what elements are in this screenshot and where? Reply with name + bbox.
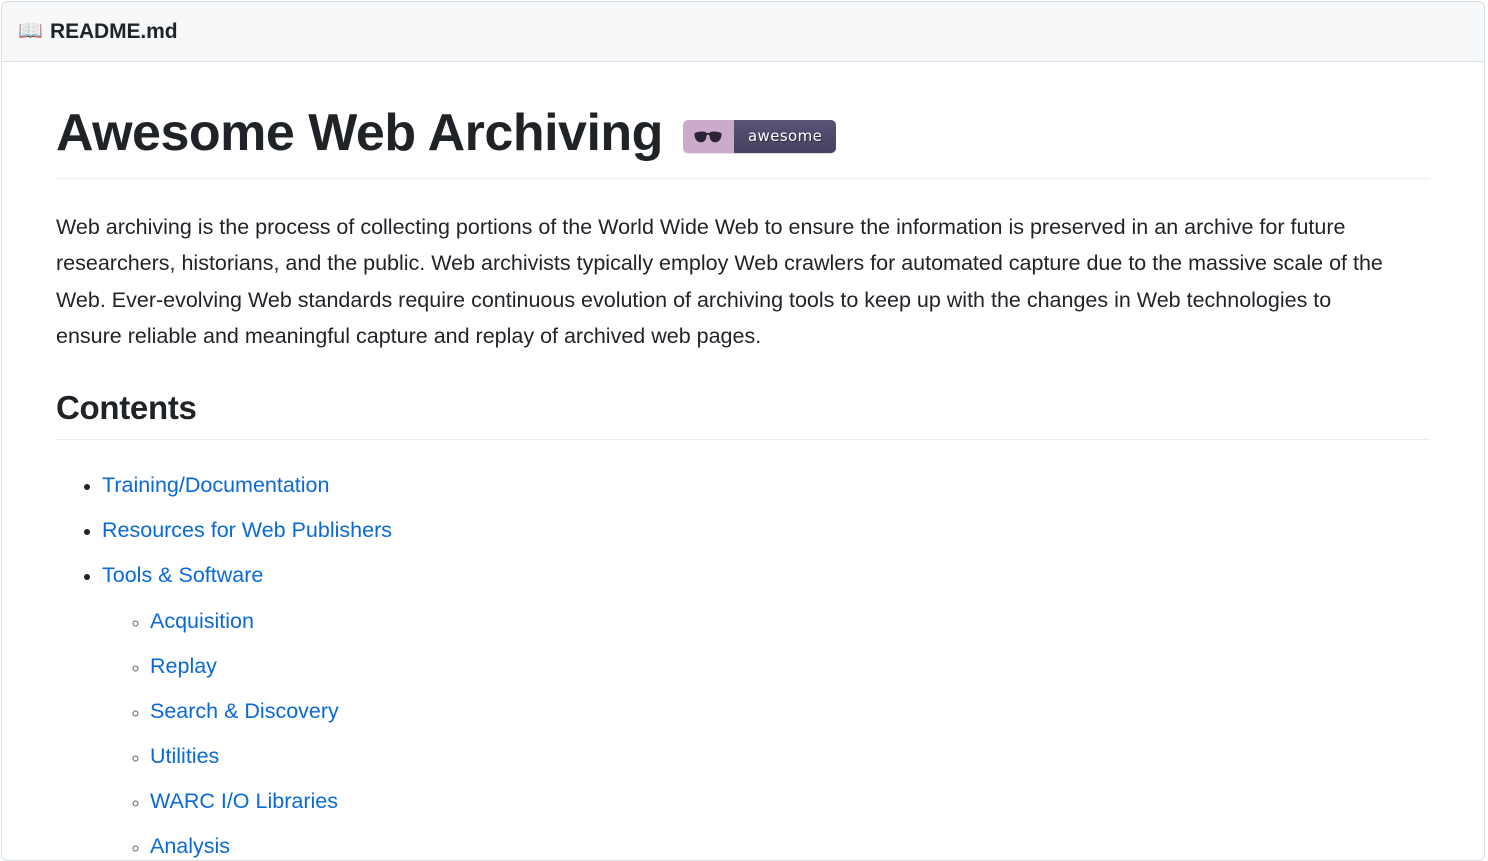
- awesome-badge-label-wrap: awesome: [734, 120, 836, 153]
- toc-link-acquisition[interactable]: Acquisition: [150, 609, 254, 633]
- awesome-badge[interactable]: awesome: [683, 120, 836, 153]
- document-title-row: Awesome Web Archiving awesome: [56, 104, 1430, 179]
- awesome-badge-label: awesome: [748, 129, 822, 144]
- list-item: Resources for Web Publishers: [102, 515, 1430, 546]
- sunglasses-icon: [683, 120, 734, 153]
- toc-link-replay[interactable]: Replay: [150, 654, 217, 678]
- readme-file-frame: 📖 README.md Awesome Web Archiving awesom…: [1, 1, 1485, 861]
- list-item: Training/Documentation: [102, 470, 1430, 501]
- table-of-contents: Training/Documentation Resources for Web…: [56, 470, 1430, 861]
- toc-link-tools-and-software[interactable]: Tools & Software: [102, 563, 263, 587]
- toc-link-warc-io-libraries[interactable]: WARC I/O Libraries: [150, 789, 338, 813]
- toc-link-utilities[interactable]: Utilities: [150, 744, 219, 768]
- list-item: Utilities: [150, 741, 1430, 772]
- list-item: Analysis: [150, 831, 1430, 861]
- open-book-icon: 📖: [18, 21, 42, 43]
- markdown-body: Awesome Web Archiving awesome Web archiv…: [2, 62, 1484, 861]
- list-item: Replay: [150, 651, 1430, 682]
- toc-link-resources-for-web-publishers[interactable]: Resources for Web Publishers: [102, 518, 392, 542]
- list-item: Acquisition: [150, 606, 1430, 637]
- file-header-bar: 📖 README.md: [2, 2, 1484, 62]
- toc-sublist-tools-and-software: Acquisition Replay Search & Discovery Ut…: [102, 606, 1430, 861]
- intro-paragraph: Web archiving is the process of collecti…: [56, 209, 1401, 355]
- contents-heading: Contents: [56, 389, 1430, 440]
- list-item: WARC I/O Libraries: [150, 786, 1430, 817]
- list-item: Search & Discovery: [150, 696, 1430, 727]
- file-header-content: 📖 README.md: [18, 20, 177, 44]
- page-title: Awesome Web Archiving: [56, 104, 663, 164]
- list-item: Tools & Software Acquisition Replay Sear…: [102, 560, 1430, 861]
- toc-link-analysis[interactable]: Analysis: [150, 834, 230, 858]
- toc-link-training-documentation[interactable]: Training/Documentation: [102, 473, 329, 497]
- file-name-label: README.md: [50, 20, 177, 44]
- toc-link-search-and-discovery[interactable]: Search & Discovery: [150, 699, 339, 723]
